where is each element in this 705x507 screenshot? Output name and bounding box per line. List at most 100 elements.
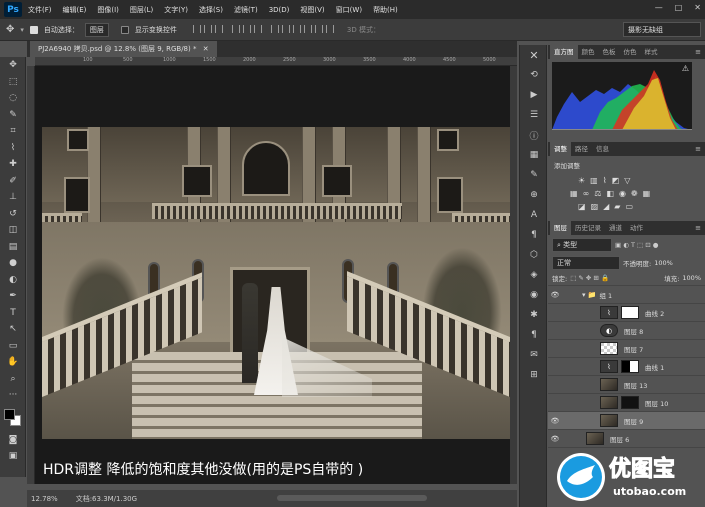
fill-value[interactable]: 100% — [682, 274, 701, 282]
clone-stamp-tool-icon[interactable]: ⊥ — [0, 189, 26, 206]
color-swatches-icon[interactable] — [0, 404, 26, 432]
panel-menu-icon[interactable]: ≡ — [695, 145, 701, 153]
layer-row[interactable]: 图层 10 — [548, 394, 705, 412]
distribute-right-icon[interactable] — [325, 24, 334, 33]
exposure-icon[interactable]: ◩ — [612, 176, 620, 185]
eye-icon[interactable]: 👁 — [548, 291, 562, 299]
tab-color[interactable]: 颜色 — [578, 45, 599, 59]
tool-preset-arrow-icon[interactable]: ▾ — [20, 26, 24, 34]
tab-styles[interactable]: 样式 — [641, 45, 662, 59]
menu-select[interactable]: 选择(S) — [199, 5, 223, 15]
distribute-bottom-icon[interactable] — [292, 24, 301, 33]
align-left-icon[interactable] — [231, 24, 240, 33]
document-tab[interactable]: PJ2A6940 拷贝.psd @ 12.8% (图层 9, RGB/8) * … — [30, 41, 217, 57]
panel-menu-icon[interactable]: ≡ — [695, 224, 701, 232]
layer-row[interactable]: ⌇ 曲线 2 — [548, 304, 705, 322]
menu-type[interactable]: 文字(Y) — [164, 5, 188, 15]
align-top-icon[interactable] — [192, 24, 201, 33]
paths-icon[interactable]: ✱ — [520, 305, 548, 325]
horizontal-scrollbar[interactable] — [277, 495, 427, 501]
menu-image[interactable]: 图像(I) — [97, 5, 119, 15]
menu-help[interactable]: 帮助(H) — [373, 5, 398, 15]
close-tab-icon[interactable]: ✕ — [203, 45, 209, 53]
color-balance-icon[interactable]: ⚖ — [594, 189, 601, 198]
tab-swatches[interactable]: 色板 — [599, 45, 620, 59]
timeline-icon[interactable]: ⊞ — [520, 365, 548, 385]
auto-select-checkbox[interactable] — [29, 25, 38, 34]
quick-mask-icon[interactable]: ◙ — [0, 432, 26, 449]
invert-icon[interactable]: ◪ — [578, 202, 586, 211]
type-tool-icon[interactable]: T — [0, 305, 26, 322]
tab-actions[interactable]: 动作 — [626, 221, 647, 235]
collapse-icon[interactable]: ✕ — [520, 45, 548, 65]
paragraph-style-icon[interactable]: ¶ — [520, 325, 548, 345]
lasso-tool-icon[interactable]: ◌ — [0, 90, 26, 107]
align-vcenter-icon[interactable] — [203, 24, 212, 33]
info-icon[interactable]: ⓘ — [520, 125, 548, 145]
crop-tool-icon[interactable]: ⌗ — [0, 123, 26, 140]
channel-mixer-icon[interactable]: ❁ — [631, 189, 638, 198]
actions-icon[interactable]: ▶ — [520, 85, 548, 105]
menu-3d[interactable]: 3D(D) — [269, 6, 290, 14]
swatches-icon[interactable]: ▦ — [520, 145, 548, 165]
paragraph-icon[interactable]: ¶ — [520, 225, 548, 245]
healing-brush-tool-icon[interactable]: ✚ — [0, 156, 26, 173]
shape-tool-icon[interactable]: ▭ — [0, 338, 26, 355]
history-brush-tool-icon[interactable]: ↺ — [0, 206, 26, 223]
menu-edit[interactable]: 编辑(E) — [63, 5, 87, 15]
layers-icon[interactable]: ◈ — [520, 265, 548, 285]
gradient-map-icon[interactable]: ▽ — [624, 176, 630, 185]
align-right-icon[interactable] — [253, 24, 262, 33]
menu-layer[interactable]: 图层(L) — [130, 5, 153, 15]
black-white-icon[interactable]: ◧ — [606, 189, 614, 198]
move-tool-icon[interactable]: ✥ — [0, 57, 26, 74]
tab-adjustments[interactable]: 调整 — [550, 142, 571, 156]
threshold-icon[interactable]: ◢ — [603, 202, 609, 211]
layer-row[interactable]: ◐ 图层 8 — [548, 322, 705, 340]
marquee-tool-icon[interactable]: ⬚ — [0, 74, 26, 91]
clone-source-icon[interactable]: ⊕ — [520, 185, 548, 205]
align-hcenter-icon[interactable] — [242, 24, 251, 33]
tab-histogram[interactable]: 直方图 — [550, 45, 578, 59]
curves-icon[interactable]: ⌇ — [603, 176, 607, 185]
dodge-tool-icon[interactable]: ◐ — [0, 272, 26, 289]
distribute-top-icon[interactable] — [270, 24, 279, 33]
close-button[interactable]: ✕ — [694, 3, 701, 12]
zoom-tool-icon[interactable]: ⌕ — [0, 371, 26, 388]
more-tools-icon[interactable]: ··· — [0, 387, 26, 404]
eye-icon[interactable]: 👁 — [548, 417, 562, 425]
tab-paths[interactable]: 路径 — [571, 142, 592, 156]
menu-filter[interactable]: 滤镜(T) — [234, 5, 258, 15]
color-lookup-icon[interactable]: ▦ — [643, 189, 651, 198]
gradient-tool-icon[interactable]: ▤ — [0, 239, 26, 256]
levels-icon[interactable]: ▥ — [590, 176, 598, 185]
layer-row[interactable]: 👁 图层 6 — [548, 430, 705, 448]
photo-filter-icon[interactable]: ◉ — [619, 189, 626, 198]
properties-icon[interactable]: ☰ — [520, 105, 548, 125]
selective-color-icon[interactable]: ▰ — [614, 202, 620, 211]
pen-tool-icon[interactable]: ✒ — [0, 288, 26, 305]
minimize-button[interactable]: — — [655, 3, 663, 12]
opacity-value[interactable]: 100% — [654, 259, 673, 267]
move-tool-icon[interactable]: ✥ — [6, 24, 14, 35]
maximize-button[interactable]: □ — [675, 3, 683, 12]
vertical-scrollbar[interactable] — [510, 66, 517, 484]
menu-view[interactable]: 视图(V) — [300, 5, 324, 15]
layer-row[interactable]: 图层 7 — [548, 340, 705, 358]
canvas[interactable]: HDR调整 降低的饱和度其他没做(用的是PS自带的 ) — [35, 66, 510, 484]
distribute-left-icon[interactable] — [303, 24, 312, 33]
tab-info[interactable]: 信息 — [592, 142, 613, 156]
menu-window[interactable]: 窗口(W) — [336, 5, 362, 15]
posterize-icon[interactable]: ▨ — [591, 202, 599, 211]
distribute-vcenter-icon[interactable] — [281, 24, 290, 33]
eye-icon[interactable]: 👁 — [548, 435, 562, 443]
hand-tool-icon[interactable]: ✋ — [0, 354, 26, 371]
layer-row-group[interactable]: 👁 ▾ 📁 组 1 — [548, 286, 705, 304]
screen-mode-icon[interactable]: ▣ — [0, 448, 26, 465]
show-transform-checkbox[interactable] — [120, 25, 129, 34]
vibrance-icon[interactable]: ▦ — [570, 189, 578, 198]
character-icon[interactable]: A — [520, 205, 548, 225]
histogram-warning-icon[interactable]: ⚠ — [682, 64, 689, 73]
zoom-level[interactable]: 12.78% — [31, 495, 58, 503]
gradient-fill-icon[interactable]: ▭ — [625, 202, 633, 211]
